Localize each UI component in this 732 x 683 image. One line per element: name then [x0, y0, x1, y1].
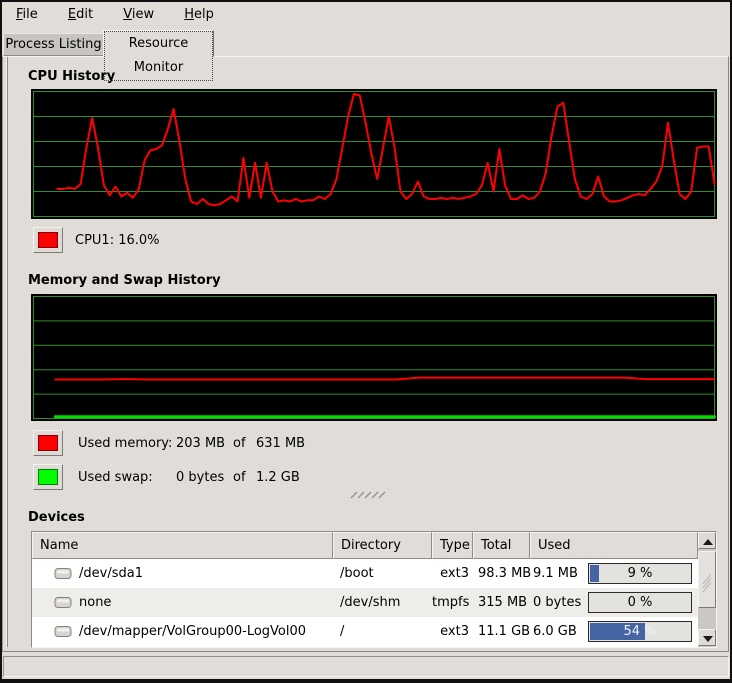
- device-used: 9.1 MB: [533, 559, 587, 588]
- cpu-chart-svg: [31, 89, 717, 219]
- device-name: /dev/sda1: [79, 559, 329, 588]
- swap-of-label: of: [233, 470, 246, 485]
- device-type: tmpfs: [432, 588, 469, 617]
- menu-view[interactable]: View: [111, 2, 166, 26]
- cpu-color-swatch: [38, 232, 58, 248]
- disk-icon: [54, 624, 73, 639]
- devices-title: Devices: [28, 510, 85, 525]
- device-usage-bar: 0 %: [588, 592, 692, 613]
- pane-resize-grip[interactable]: [350, 489, 388, 504]
- memory-history-title: Memory and Swap History: [28, 273, 221, 288]
- device-total: 11.1 GB: [478, 617, 533, 646]
- disk-icon: [54, 595, 73, 610]
- device-total: 315 MB: [478, 588, 533, 617]
- memory-chart-svg: [31, 294, 717, 421]
- tab-process-listing-label: Process Listing: [5, 37, 101, 52]
- device-name: /dev/mapper/VolGroup00-LogVol00: [79, 617, 329, 646]
- scrollbar-up-button[interactable]: [698, 532, 716, 549]
- tab-resource-monitor[interactable]: Resource Monitor: [103, 30, 214, 57]
- menu-help[interactable]: Help: [172, 2, 226, 26]
- tab-process-listing[interactable]: Process Listing: [3, 33, 104, 56]
- device-usage-label: 9 %: [589, 564, 691, 583]
- column-header-name[interactable]: Name: [32, 532, 333, 559]
- grip-slashes-icon: [350, 490, 388, 500]
- memory-used-value: 203 MB: [176, 436, 225, 451]
- arrow-up-icon: [703, 539, 713, 545]
- cpu-color-button[interactable]: [33, 227, 63, 253]
- cpu-history-title: CPU History: [28, 69, 115, 84]
- tab-resource-monitor-label: Resource Monitor: [104, 31, 213, 81]
- swap-total-value: 1.2 GB: [256, 470, 300, 485]
- menubar: File Edit View Help: [2, 2, 730, 31]
- device-used: 0 bytes: [533, 588, 587, 617]
- device-usage-bar: 54 %: [588, 621, 692, 642]
- device-directory: /dev/shm: [340, 588, 430, 617]
- statusbar: [3, 656, 729, 677]
- swap-legend-label: Used swap:: [78, 470, 153, 485]
- device-type: ext3: [432, 617, 469, 646]
- memory-legend-label: Used memory:: [78, 436, 172, 451]
- disk-icon: [54, 566, 73, 581]
- thumb-grip-icon: [699, 552, 715, 607]
- devices-scrollbar[interactable]: [698, 532, 716, 647]
- scrollbar-thumb[interactable]: [698, 551, 716, 608]
- device-row-sda1[interactable]: /dev/sda1 /boot ext3 98.3 MB 9.1 MB 9 %: [32, 559, 698, 588]
- system-monitor-window: File Edit View Help Process Listing Reso…: [0, 0, 732, 683]
- column-header-total[interactable]: Total: [473, 532, 530, 559]
- memory-color-button[interactable]: [33, 430, 63, 456]
- cpu-legend-label: CPU1: 16.0%: [75, 233, 160, 248]
- device-directory: /boot: [340, 559, 430, 588]
- device-directory: /: [340, 617, 430, 646]
- device-name: none: [79, 588, 329, 617]
- device-total: 98.3 MB: [478, 559, 533, 588]
- device-row-none[interactable]: none /dev/shm tmpfs 315 MB 0 bytes 0 %: [32, 588, 698, 617]
- device-usage-label: 54 %: [589, 622, 691, 641]
- scrollbar-down-button[interactable]: [698, 629, 716, 646]
- memory-of-label: of: [233, 436, 246, 451]
- device-usage-bar: 9 %: [588, 563, 692, 584]
- devices-table: Name Directory Type Total Used /dev/sda1…: [31, 531, 717, 648]
- devices-table-header: Name Directory Type Total Used: [32, 532, 698, 559]
- swap-used-value: 0 bytes: [176, 470, 224, 485]
- memory-history-chart: [31, 294, 717, 421]
- memory-color-swatch: [38, 435, 58, 451]
- device-row-volgroup[interactable]: /dev/mapper/VolGroup00-LogVol00 / ext3 1…: [32, 617, 698, 646]
- column-header-used[interactable]: Used: [530, 532, 698, 559]
- arrow-down-icon: [703, 636, 713, 642]
- column-header-type[interactable]: Type: [432, 532, 473, 559]
- device-type: ext3: [432, 559, 469, 588]
- swap-color-swatch: [38, 469, 58, 485]
- cpu-history-chart: [31, 89, 717, 219]
- menu-edit[interactable]: Edit: [56, 2, 105, 26]
- device-used: 6.0 GB: [533, 617, 587, 646]
- memory-total-value: 631 MB: [256, 436, 305, 451]
- column-header-directory[interactable]: Directory: [333, 532, 432, 559]
- device-usage-label: 0 %: [589, 593, 691, 612]
- menu-file[interactable]: File: [4, 2, 50, 26]
- swap-color-button[interactable]: [33, 464, 63, 490]
